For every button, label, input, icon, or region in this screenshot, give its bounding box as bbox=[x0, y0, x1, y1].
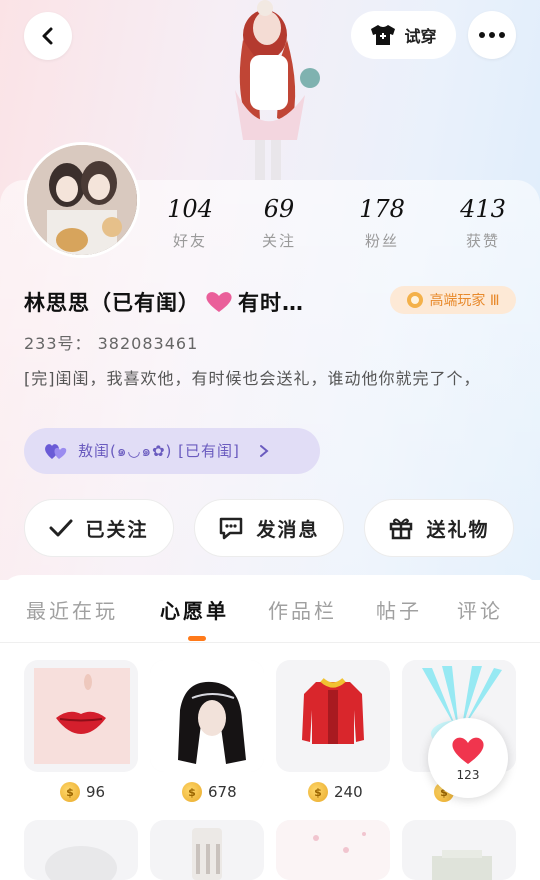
followed-label: 已关注 bbox=[85, 518, 149, 541]
price-value: 240 bbox=[334, 783, 363, 801]
avatar[interactable] bbox=[24, 142, 140, 258]
wishlist-item[interactable] bbox=[24, 820, 138, 880]
price-value: 96 bbox=[86, 783, 106, 801]
try-on-label: 试穿 bbox=[404, 27, 437, 46]
stat-label: 获赞 bbox=[465, 232, 500, 250]
jacket-thumbnail bbox=[302, 678, 364, 744]
tab-divider bbox=[0, 642, 540, 643]
shirt-icon bbox=[371, 25, 396, 45]
tab-wishlist[interactable]: 心愿单 bbox=[160, 595, 229, 624]
heart-icon bbox=[206, 292, 232, 312]
cp-relation-label: 敖闺(๑◡๑✿) [已有闺] bbox=[78, 442, 240, 460]
level-badge-label: 高端玩家 Ⅲ bbox=[429, 293, 500, 309]
avatar-photo bbox=[27, 145, 137, 255]
wishlist-item-hair[interactable] bbox=[150, 660, 264, 772]
tab-works[interactable]: 作品栏 bbox=[268, 595, 337, 624]
tab-comments[interactable]: 评论 bbox=[457, 595, 503, 624]
wishlist-price: $ 96 bbox=[60, 781, 105, 803]
avatar-3d-figure[interactable] bbox=[205, 0, 335, 180]
stat-following[interactable]: 69 关注 bbox=[239, 192, 319, 251]
message-label: 发消息 bbox=[256, 518, 320, 541]
item-thumbnail bbox=[45, 846, 117, 880]
message-button[interactable]: 发消息 bbox=[194, 499, 344, 557]
wishlist-price: $ 678 bbox=[182, 781, 237, 803]
send-gift-button[interactable]: 送礼物 bbox=[364, 499, 514, 557]
wishlist-item-lips[interactable] bbox=[24, 660, 138, 772]
try-on-button[interactable]: 试穿 bbox=[351, 11, 456, 59]
back-button[interactable] bbox=[24, 12, 72, 60]
profile-name-row: 林思思（已有闺） 有时… bbox=[24, 284, 304, 320]
wishlist-item-jacket[interactable] bbox=[276, 660, 390, 772]
wishlist-item[interactable] bbox=[402, 820, 516, 880]
stat-label: 关注 bbox=[261, 232, 296, 250]
tab-posts[interactable]: 帖子 bbox=[376, 595, 422, 624]
stat-label: 好友 bbox=[172, 232, 207, 250]
hair-thumbnail bbox=[150, 660, 264, 772]
more-button[interactable] bbox=[468, 11, 516, 59]
stat-likes[interactable]: 413 获赞 bbox=[443, 192, 523, 251]
profile-stats: 104 好友 69 关注 178 粉丝 413 获赞 bbox=[160, 192, 540, 262]
chevron-right-icon bbox=[259, 445, 269, 457]
heart-icon bbox=[452, 737, 484, 764]
item-thumbnail bbox=[432, 850, 492, 880]
coin-icon: $ bbox=[182, 782, 202, 802]
profile-name: 林思思（已有闺） bbox=[24, 291, 200, 315]
like-count: 123 bbox=[456, 768, 480, 782]
user-id: 233号： 382083461 bbox=[24, 334, 199, 353]
stat-followers[interactable]: 178 粉丝 bbox=[342, 192, 422, 251]
wishlist-item[interactable] bbox=[276, 820, 390, 880]
coin-icon: $ bbox=[60, 782, 80, 802]
stat-label: 粉丝 bbox=[364, 232, 399, 250]
lips-thumbnail bbox=[34, 668, 130, 764]
double-heart-icon bbox=[45, 444, 67, 459]
like-button[interactable]: 123 bbox=[428, 718, 508, 798]
tab-active-indicator bbox=[188, 636, 206, 641]
send-gift-label: 送礼物 bbox=[426, 518, 490, 541]
more-dots-icon bbox=[479, 32, 505, 38]
check-icon bbox=[49, 519, 73, 537]
level-badge[interactable]: 高端玩家 Ⅲ bbox=[390, 286, 516, 314]
player-badge-icon bbox=[407, 292, 424, 308]
stat-value: 178 bbox=[359, 195, 405, 223]
chevron-left-icon bbox=[42, 27, 53, 45]
item-thumbnail bbox=[192, 828, 222, 880]
stat-value: 104 bbox=[167, 195, 213, 223]
followed-button[interactable]: 已关注 bbox=[24, 499, 174, 557]
profile-bio: [完]闺闺，我喜欢他，有时候也会送礼，谁动他你就完了个， bbox=[24, 369, 481, 388]
item-thumbnail bbox=[276, 820, 390, 880]
tab-recently-played[interactable]: 最近在玩 bbox=[26, 595, 118, 624]
chat-bubble-icon bbox=[220, 517, 243, 540]
stat-value: 69 bbox=[263, 195, 295, 223]
stat-value: 413 bbox=[460, 195, 506, 223]
price-value: 678 bbox=[208, 783, 237, 801]
profile-name-suffix: 有时… bbox=[238, 291, 304, 315]
coin-icon: $ bbox=[308, 782, 328, 802]
stat-friends[interactable]: 104 好友 bbox=[150, 192, 230, 251]
wishlist-price: $ 240 bbox=[308, 781, 363, 803]
wishlist-item[interactable] bbox=[150, 820, 264, 880]
cp-relation-chip[interactable]: 敖闺(๑◡๑✿) [已有闺] bbox=[24, 428, 320, 474]
gift-icon bbox=[390, 518, 413, 540]
